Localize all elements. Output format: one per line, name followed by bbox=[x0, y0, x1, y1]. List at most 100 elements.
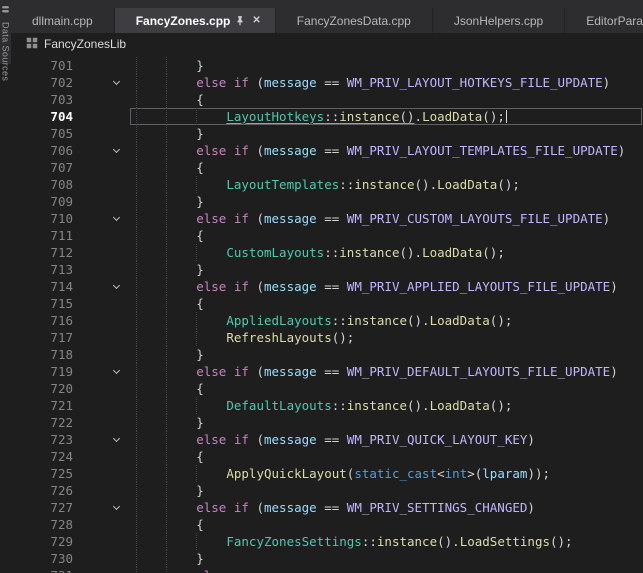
code-text: DefaultLayouts::instance().LoadData(); bbox=[226, 397, 512, 414]
fold-margin[interactable] bbox=[73, 210, 136, 227]
line-number[interactable]: 709 bbox=[0, 193, 73, 210]
code-line-704[interactable]: 704 LayoutHotkeys::instance().LoadData(); bbox=[0, 108, 643, 125]
line-number[interactable]: 730 bbox=[0, 550, 73, 567]
code-line-731[interactable]: 731else bbox=[0, 567, 643, 573]
chevron-down-icon[interactable] bbox=[113, 214, 120, 221]
chevron-down-icon[interactable] bbox=[113, 367, 120, 374]
code-line-714[interactable]: 714else if (message == WM_PRIV_APPLIED_L… bbox=[0, 278, 643, 295]
line-number[interactable]: 728 bbox=[0, 516, 73, 533]
line-number[interactable]: 731 bbox=[0, 567, 73, 573]
code-line-705[interactable]: 705} bbox=[0, 125, 643, 142]
indent-guide bbox=[136, 91, 137, 108]
code-line-718[interactable]: 718} bbox=[0, 346, 643, 363]
line-number[interactable]: 724 bbox=[0, 448, 73, 465]
fold-margin[interactable] bbox=[73, 363, 136, 380]
code-text: RefreshLayouts(); bbox=[226, 329, 354, 346]
code-line-717[interactable]: 717 RefreshLayouts(); bbox=[0, 329, 643, 346]
chevron-down-icon[interactable] bbox=[113, 503, 120, 510]
tab-fancyzones-cpp[interactable]: FancyZones.cpp✕ bbox=[115, 8, 276, 33]
tab-dllmain-cpp[interactable]: dllmain.cpp bbox=[11, 8, 115, 33]
line-number[interactable]: 705 bbox=[0, 125, 73, 142]
code-line-707[interactable]: 707{ bbox=[0, 159, 643, 176]
code-line-702[interactable]: 702else if (message == WM_PRIV_LAYOUT_HO… bbox=[0, 74, 643, 91]
code-text: else if (message == WM_PRIV_SETTINGS_CHA… bbox=[196, 499, 535, 516]
indent-guide bbox=[166, 108, 167, 125]
line-number[interactable]: 715 bbox=[0, 295, 73, 312]
line-number[interactable]: 712 bbox=[0, 244, 73, 261]
line-number[interactable]: 708 bbox=[0, 176, 73, 193]
code-line-720[interactable]: 720{ bbox=[0, 380, 643, 397]
close-icon[interactable]: ✕ bbox=[250, 15, 262, 26]
fold-margin[interactable] bbox=[73, 278, 136, 295]
line-number[interactable]: 722 bbox=[0, 414, 73, 431]
indent-guide bbox=[166, 125, 167, 142]
code-line-716[interactable]: 716AppliedLayouts::instance().LoadData()… bbox=[0, 312, 643, 329]
chevron-down-icon[interactable] bbox=[113, 78, 120, 85]
line-number[interactable]: 703 bbox=[0, 91, 73, 108]
code-line-701[interactable]: 701} bbox=[0, 57, 643, 74]
code-line-709[interactable]: 709} bbox=[0, 193, 643, 210]
code-line-728[interactable]: 728{ bbox=[0, 516, 643, 533]
code-line-725[interactable]: 725ApplyQuickLayout(static_cast<int>(lpa… bbox=[0, 465, 643, 482]
tab-jsonhelpers-cpp[interactable]: JsonHelpers.cpp bbox=[433, 8, 565, 33]
line-number[interactable]: 713 bbox=[0, 261, 73, 278]
code-line-722[interactable]: 722} bbox=[0, 414, 643, 431]
code-line-712[interactable]: 712CustomLayouts::instance().LoadData(); bbox=[0, 244, 643, 261]
code-line-723[interactable]: 723else if (message == WM_PRIV_QUICK_LAY… bbox=[0, 431, 643, 448]
tab-fancyzonesdata-cpp[interactable]: FancyZonesData.cpp bbox=[276, 8, 433, 33]
line-number[interactable]: 704 bbox=[0, 108, 73, 125]
line-number[interactable]: 729 bbox=[0, 533, 73, 550]
line-number[interactable]: 721 bbox=[0, 397, 73, 414]
fold-margin[interactable] bbox=[73, 499, 136, 516]
code-line-721[interactable]: 721 DefaultLayouts::instance().LoadData()… bbox=[0, 397, 643, 414]
code-line-715[interactable]: 715{ bbox=[0, 295, 643, 312]
code-line-713[interactable]: 713} bbox=[0, 261, 643, 278]
line-number[interactable]: 706 bbox=[0, 142, 73, 159]
code-editor[interactable]: 701}702else if (message == WM_PRIV_LAYOU… bbox=[0, 55, 643, 573]
code-line-730[interactable]: 730} bbox=[0, 550, 643, 567]
chevron-down-icon[interactable] bbox=[113, 282, 120, 289]
line-number[interactable]: 716 bbox=[0, 312, 73, 329]
code-line-711[interactable]: 711{ bbox=[0, 227, 643, 244]
code-text: LayoutTemplates::instance().LoadData(); bbox=[226, 176, 520, 193]
code-line-708[interactable]: 708 LayoutTemplates::instance().LoadData(… bbox=[0, 176, 643, 193]
code-line-724[interactable]: 724{ bbox=[0, 448, 643, 465]
line-number[interactable]: 720 bbox=[0, 380, 73, 397]
code-line-703[interactable]: 703 { bbox=[0, 91, 643, 108]
fold-margin[interactable] bbox=[73, 74, 136, 91]
fold-margin[interactable] bbox=[73, 567, 136, 573]
tab-label: JsonHelpers.cpp bbox=[454, 14, 543, 28]
line-number[interactable]: 714 bbox=[0, 278, 73, 295]
line-number[interactable]: 717 bbox=[0, 329, 73, 346]
fold-margin[interactable] bbox=[73, 142, 136, 159]
line-number[interactable]: 702 bbox=[0, 74, 73, 91]
fold-margin[interactable] bbox=[73, 431, 136, 448]
code-line-726[interactable]: 726} bbox=[0, 482, 643, 499]
data-sources-dock-tab[interactable]: Data Sources bbox=[0, 0, 11, 64]
chevron-down-icon[interactable] bbox=[113, 146, 120, 153]
line-number[interactable]: 725 bbox=[0, 465, 73, 482]
line-number[interactable]: 718 bbox=[0, 346, 73, 363]
code-line-729[interactable]: 729FancyZonesSettings::instance().LoadSe… bbox=[0, 533, 643, 550]
line-number[interactable]: 727 bbox=[0, 499, 73, 516]
line-number[interactable]: 719 bbox=[0, 363, 73, 380]
line-number[interactable]: 711 bbox=[0, 227, 73, 244]
code-line-727[interactable]: 727 else if (message == WM_PRIV_SETTINGS_… bbox=[0, 499, 643, 516]
line-number[interactable]: 710 bbox=[0, 210, 73, 227]
code-content: LayoutHotkeys::instance().LoadData(); bbox=[136, 108, 643, 125]
code-text: { bbox=[196, 91, 204, 108]
line-number[interactable]: 723 bbox=[0, 431, 73, 448]
indent-guide bbox=[166, 159, 167, 176]
line-number[interactable]: 707 bbox=[0, 159, 73, 176]
code-line-719[interactable]: 719else if (message == WM_PRIV_DEFAULT_L… bbox=[0, 363, 643, 380]
tab-editorparamet[interactable]: EditorParamet bbox=[565, 8, 643, 33]
pin-icon[interactable] bbox=[235, 15, 245, 26]
code-line-706[interactable]: 706else if (message == WM_PRIV_LAYOUT_TE… bbox=[0, 142, 643, 159]
fold-margin bbox=[73, 414, 136, 431]
chevron-down-icon[interactable] bbox=[113, 435, 120, 442]
indent-guide bbox=[136, 329, 137, 346]
code-line-710[interactable]: 710else if (message == WM_PRIV_CUSTOM_LA… bbox=[0, 210, 643, 227]
line-number[interactable]: 726 bbox=[0, 482, 73, 499]
navbar-project-label[interactable]: FancyZonesLib bbox=[44, 37, 126, 51]
indent-guide bbox=[166, 499, 167, 516]
